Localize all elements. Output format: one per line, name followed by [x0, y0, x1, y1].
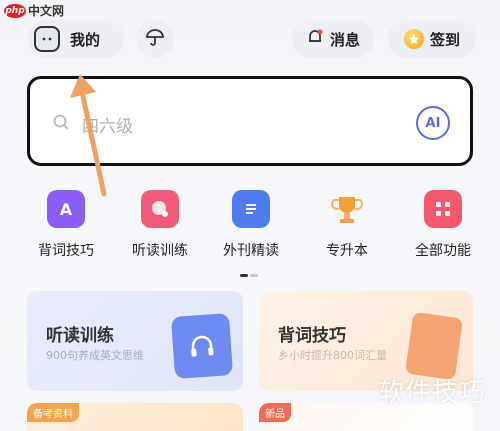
- quick-item-label: 外刊精读: [223, 243, 279, 259]
- my-label: 我的: [70, 30, 101, 49]
- umbrella-icon: [145, 27, 165, 51]
- quick-item-upgrade[interactable]: 专升本: [299, 190, 395, 260]
- letter-a-icon: A: [47, 190, 85, 228]
- ai-assistant-icon[interactable]: AI: [416, 106, 450, 140]
- site-name: 中文网: [28, 4, 65, 18]
- grid-apps-icon: [424, 190, 462, 228]
- site-watermark: php 中文网: [4, 2, 64, 19]
- umbrella-button[interactable]: [136, 20, 174, 58]
- signin-button[interactable]: 签到: [388, 20, 476, 58]
- indicator-dot: [250, 274, 258, 277]
- indicator-dot-active: [240, 274, 248, 277]
- quick-item-all[interactable]: 全部功能: [395, 190, 491, 260]
- messages-button[interactable]: 消息: [292, 20, 374, 58]
- search-placeholder: 四六级: [82, 117, 133, 137]
- listening-head-icon: [141, 190, 179, 228]
- coin-icon: [403, 29, 424, 49]
- card-tag: 新品: [259, 403, 291, 422]
- headphones-icon: [170, 313, 234, 379]
- quick-item-listening[interactable]: 听读训练: [112, 190, 208, 260]
- card-subtitle: 900句养成英文思维: [46, 349, 144, 362]
- card-tag: 备考资料: [27, 403, 79, 422]
- quick-item-label: 专升本: [326, 243, 368, 259]
- card-title: 背词技巧: [278, 326, 346, 346]
- quick-actions: A 背词技巧 听读训练 外刊精读 专升本 全部功能: [0, 190, 500, 270]
- avatar: [34, 26, 60, 52]
- card-subtitle: 乡小时提升800词汇量: [278, 349, 387, 362]
- search-box[interactable]: 四六级 AI: [27, 76, 473, 166]
- top-bar: 我的 消息 签到: [0, 18, 500, 60]
- watermark-text: 软件技巧: [377, 378, 486, 408]
- signin-label: 签到: [429, 30, 460, 49]
- document-list-icon: [232, 190, 270, 228]
- quick-item-vocab-tips[interactable]: A 背词技巧: [18, 190, 114, 260]
- card-title: 听读训练: [46, 326, 114, 346]
- page-indicator: [240, 274, 260, 277]
- quick-item-label: 听读训练: [132, 243, 188, 259]
- card-listening-training[interactable]: 听读训练 900句养成英文思维: [27, 291, 243, 391]
- card-exam-materials[interactable]: 备考资料: [27, 403, 243, 431]
- trophy-icon: [328, 190, 366, 228]
- quick-item-journal[interactable]: 外刊精读: [203, 190, 299, 260]
- search-icon: [52, 113, 70, 135]
- bell-icon: [306, 28, 324, 50]
- quick-item-label: 全部功能: [415, 243, 471, 259]
- quick-item-label: 背词技巧: [38, 243, 94, 259]
- messages-label: 消息: [329, 30, 360, 49]
- book-icon: [404, 311, 464, 381]
- my-profile-button[interactable]: 我的: [28, 20, 124, 58]
- php-logo: php: [4, 3, 26, 18]
